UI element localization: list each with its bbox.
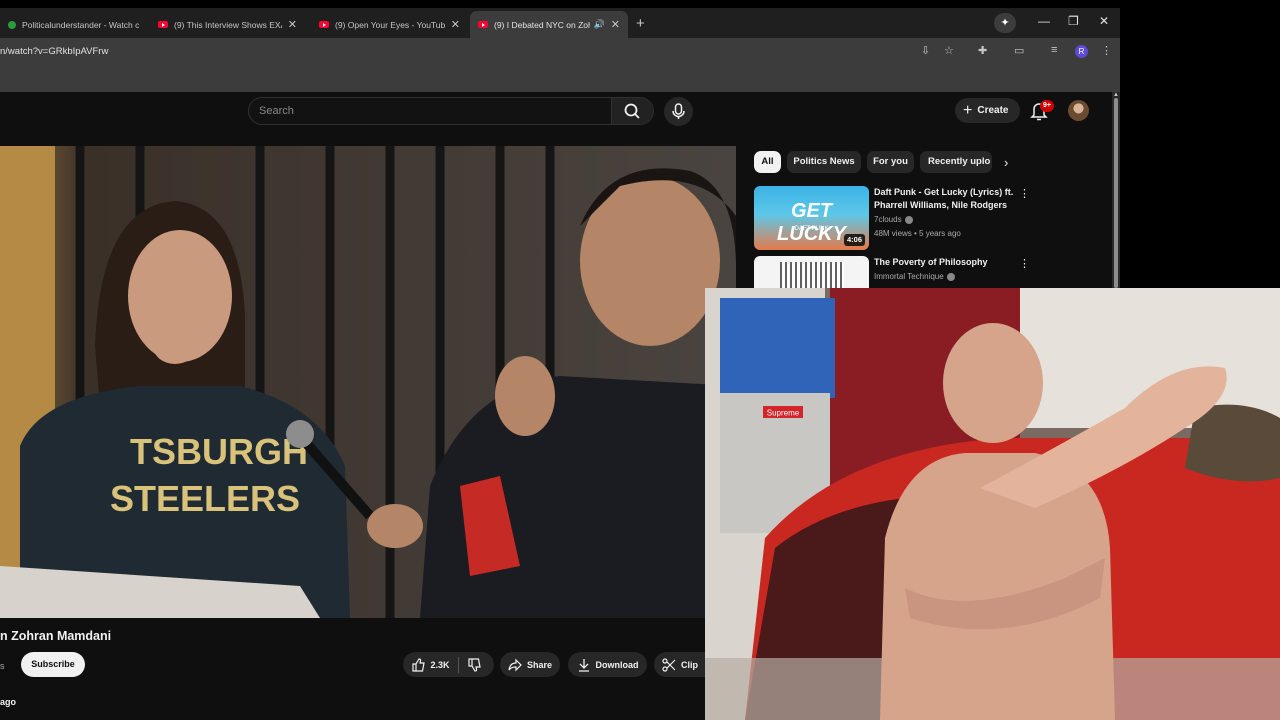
search-input[interactable]: Search bbox=[259, 105, 294, 117]
close-window-icon[interactable]: ✕ bbox=[1099, 14, 1109, 28]
account-avatar[interactable] bbox=[1068, 100, 1089, 121]
bookmarks-bar bbox=[0, 66, 1120, 92]
minimize-icon[interactable]: — bbox=[1038, 14, 1050, 28]
chip-for-you[interactable]: For you bbox=[867, 151, 914, 173]
subscribe-button[interactable]: Subscribe bbox=[21, 652, 85, 677]
chevron-right-icon[interactable]: › bbox=[1004, 155, 1008, 170]
sticker-text: Supreme bbox=[767, 409, 800, 418]
search-box[interactable]: Search bbox=[248, 97, 654, 125]
tab-close-icon[interactable]: ✕ bbox=[611, 18, 620, 31]
create-label: Create bbox=[977, 105, 1009, 116]
clip-button[interactable]: Clip bbox=[654, 652, 706, 677]
profile-avatar[interactable]: R bbox=[1075, 45, 1088, 58]
search-button[interactable] bbox=[611, 98, 653, 124]
tab-debated-nyc[interactable]: (9) I Debated NYC on Zohra 🔊 ✕ bbox=[470, 11, 628, 38]
channel-name: Immortal Technique bbox=[874, 272, 944, 281]
channel-name: 7clouds bbox=[874, 215, 902, 224]
more-menu-icon[interactable]: ⋮ bbox=[1101, 44, 1112, 57]
video-thumbnail[interactable]: GET LUCKY DAFT PUNK 4:06 bbox=[754, 186, 869, 250]
like-dislike-group: 2.3K bbox=[403, 652, 494, 677]
sweatshirt-text-line2: STEELERS bbox=[110, 478, 300, 519]
maximize-icon[interactable]: ❐ bbox=[1068, 14, 1079, 28]
tab-title: (9) Open Your Eyes - YouTube bbox=[335, 19, 445, 30]
tab-interview-shows[interactable]: (9) This Interview Shows EXACTL ✕ bbox=[150, 11, 305, 38]
webcam-overlay: Supreme bbox=[705, 288, 1280, 720]
address-bar: n/watch?v=GRkbIpAVFrw ⇩ ☆ ✚ ▭ ≡ R ⋮ bbox=[0, 38, 1120, 66]
download-button[interactable]: Download bbox=[568, 652, 647, 677]
clip-label: Clip bbox=[681, 659, 698, 670]
scrollbar-thumb[interactable] bbox=[1114, 98, 1118, 288]
share-button[interactable]: Share bbox=[500, 652, 560, 677]
search-icon bbox=[624, 103, 640, 119]
tab-title: (9) I Debated NYC on Zohra bbox=[494, 19, 590, 30]
media-controls-icon[interactable]: ≡ bbox=[1051, 44, 1057, 56]
thumbs-down-icon[interactable] bbox=[467, 657, 481, 672]
url-field[interactable]: n/watch?v=GRkbIpAVFrw bbox=[0, 46, 108, 57]
tab-politicalunderstander[interactable]: Politicalunderstander - Watch c bbox=[0, 11, 150, 38]
chip-recently-uploaded[interactable]: Recently uplo bbox=[920, 151, 992, 173]
share-label: Share bbox=[526, 659, 552, 670]
video-frame: TSBURGH STEELERS bbox=[0, 146, 736, 618]
video-player[interactable]: TSBURGH STEELERS bbox=[0, 146, 736, 618]
tab-title: Politicalunderstander - Watch c bbox=[22, 19, 140, 30]
tab-open-your-eyes[interactable]: (9) Open Your Eyes - YouTube ✕ bbox=[311, 11, 468, 38]
more-actions-icon[interactable]: ⋮ bbox=[1019, 257, 1030, 270]
recommendation-meta: 48M views • 5 years ago bbox=[874, 229, 961, 238]
new-tab-icon[interactable]: + bbox=[636, 15, 645, 32]
chip-politics-news[interactable]: Politics News bbox=[787, 151, 861, 173]
microphone-icon bbox=[672, 103, 685, 119]
recommendation-item[interactable]: GET LUCKY DAFT PUNK 4:06 Daft Punk - Get… bbox=[754, 186, 1104, 252]
extensions-icon[interactable]: ✚ bbox=[978, 44, 987, 57]
youtube-favicon-icon bbox=[478, 21, 488, 28]
bookmark-star-icon[interactable]: ☆ bbox=[944, 44, 954, 57]
youtube-favicon-icon bbox=[319, 21, 329, 28]
youtube-favicon-icon bbox=[158, 21, 168, 28]
verified-icon bbox=[904, 215, 913, 224]
like-count: 2.3K bbox=[430, 659, 450, 670]
thumbs-up-icon bbox=[412, 657, 426, 672]
install-app-icon[interactable]: ⇩ bbox=[921, 44, 930, 57]
sweatshirt-text-line1: TSBURGH bbox=[130, 431, 308, 472]
recommendation-channel[interactable]: 7clouds bbox=[874, 215, 913, 224]
more-actions-icon[interactable]: ⋮ bbox=[1019, 187, 1030, 200]
tab-strip: Politicalunderstander - Watch c (9) This… bbox=[0, 8, 1120, 38]
voice-search-button[interactable] bbox=[664, 97, 693, 126]
tab-close-icon[interactable]: ✕ bbox=[288, 18, 297, 31]
share-icon bbox=[508, 658, 522, 671]
tab-favicon-icon bbox=[8, 20, 16, 29]
screen: Politicalunderstander - Watch c (9) This… bbox=[0, 0, 1280, 720]
browser-chrome: Politicalunderstander - Watch c (9) This… bbox=[0, 8, 1120, 92]
gemini-sparkle-icon[interactable]: ✦ bbox=[994, 13, 1016, 33]
channel-name[interactable]: s bbox=[0, 661, 5, 671]
create-button[interactable]: + Create bbox=[955, 98, 1020, 123]
upload-time: ago bbox=[0, 697, 17, 707]
like-button[interactable]: 2.3K bbox=[411, 657, 450, 672]
like-divider bbox=[457, 656, 459, 673]
video-title: n Zohran Mamdani bbox=[0, 629, 112, 643]
download-icon bbox=[578, 658, 589, 672]
tab-close-icon[interactable]: ✕ bbox=[451, 18, 460, 31]
scissors-icon bbox=[662, 657, 676, 672]
plus-icon: + bbox=[963, 101, 973, 119]
chip-all[interactable]: All bbox=[754, 151, 781, 173]
recommendation-title[interactable]: The Poverty of Philosophy bbox=[874, 256, 1019, 269]
sidepanel-icon[interactable]: ▭ bbox=[1014, 44, 1024, 57]
verified-icon bbox=[946, 272, 955, 281]
recommendation-title[interactable]: Daft Punk - Get Lucky (Lyrics) ft. Pharr… bbox=[874, 186, 1019, 212]
notification-count-badge: 9+ bbox=[1040, 100, 1054, 112]
webcam-frame: Supreme bbox=[705, 288, 1280, 720]
recommendation-channel[interactable]: Immortal Technique bbox=[874, 272, 955, 281]
scrollbar[interactable]: ▲ bbox=[1112, 92, 1120, 288]
tab-title: (9) This Interview Shows EXACTL bbox=[174, 19, 282, 30]
download-label: Download bbox=[595, 659, 639, 670]
duration-badge: 4:06 bbox=[844, 234, 866, 246]
storage-boxes bbox=[720, 298, 835, 398]
speaker-icon[interactable]: 🔊 bbox=[594, 19, 605, 30]
thumbnail-subtext: DAFT PUNK bbox=[794, 226, 829, 232]
